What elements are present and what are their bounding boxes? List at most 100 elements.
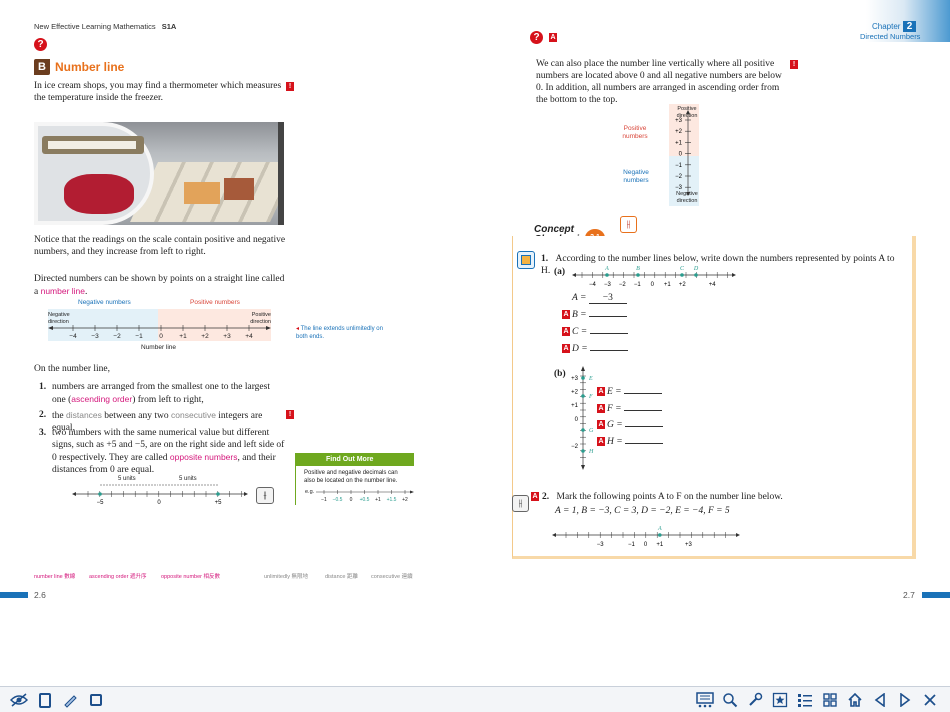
answer-blank[interactable] [625, 426, 664, 427]
q1a-number-line-svg: −4 −3 −2 −1 0 +1 +2 +4 A B C D [572, 266, 736, 288]
item2-text: the [52, 411, 64, 421]
tick-label: +2 [675, 129, 683, 135]
bookmark-star-icon[interactable] [770, 690, 790, 710]
grid-icon[interactable] [820, 690, 840, 710]
home-icon[interactable] [845, 690, 865, 710]
point-marker [680, 273, 684, 277]
close-icon[interactable] [920, 690, 940, 710]
search-icon[interactable] [720, 690, 740, 710]
video-icon[interactable]: ⫲ [256, 487, 274, 504]
answer-label: H = [607, 436, 626, 447]
list-item-1: 1. numbers are arranged from the smalles… [39, 382, 270, 405]
chapter-tab: Chapter 2 Directed Numbers [860, 0, 950, 42]
hide-eye-icon[interactable] [9, 690, 29, 710]
audio-marker-icon[interactable]: ! [286, 410, 294, 419]
tick-label: +3 [675, 118, 683, 124]
video-icon[interactable]: ⫲ [620, 216, 637, 233]
page-view-icon[interactable] [35, 690, 55, 710]
vnl-negative-numbers: Negative numbers [623, 169, 649, 184]
tick-label: +2 [679, 282, 687, 288]
point-label: A [657, 526, 662, 532]
para-number-line-end: . [85, 287, 88, 297]
audio-marker-icon[interactable]: A [531, 492, 539, 501]
negative-numbers-label: Negative numbers [78, 299, 131, 306]
audio-marker-icon[interactable]: ! [286, 82, 294, 91]
glossary-term: distance 距離 [325, 574, 359, 580]
answer-blank[interactable] [625, 442, 664, 444]
answer-label: C = [572, 327, 590, 337]
tick-label: −4 [69, 333, 77, 340]
audio-marker-icon[interactable]: ! [790, 60, 798, 69]
positive-numbers-label: Positive numbers [190, 299, 240, 306]
q2-values: A = 1, B = −3, C = 3, D = −2, E = −4, F … [555, 506, 730, 516]
distance-diagram: 5 units 5 units −5 0 +5 [72, 476, 248, 506]
answer-blank[interactable] [588, 316, 627, 317]
answer-label: G = [607, 420, 626, 430]
tool-icon[interactable] [517, 251, 535, 269]
bottom-toolbar [0, 686, 950, 712]
tick-label: −2 [675, 174, 683, 180]
q2-text: Mark the following points A to F on the … [556, 492, 783, 502]
audio-marker-icon[interactable]: A [597, 387, 605, 397]
intro-text-content: In ice cream shops, you may find a therm… [34, 81, 282, 103]
para-number-line: Directed numbers can be shown by points … [34, 273, 286, 298]
tick-label: −3 [675, 185, 683, 191]
point-label: F [588, 394, 593, 400]
tick-label: −2 [571, 444, 579, 450]
tick-label: +4 [709, 282, 717, 288]
book-code: S1A [161, 22, 177, 31]
tools-icon[interactable] [745, 690, 765, 710]
answer-label: B = [572, 310, 589, 320]
tick-label: +0.5 [360, 497, 370, 503]
previous-page-icon[interactable] [870, 690, 890, 710]
tick-label: +1 [375, 497, 381, 503]
help-icon[interactable]: ? [530, 31, 543, 44]
tick-label: 0 [679, 152, 683, 158]
video-icon[interactable]: ⫲ [512, 495, 529, 512]
answer-label: A = [572, 293, 589, 303]
shape-icon[interactable] [86, 690, 106, 710]
audio-marker-icon[interactable]: A [549, 33, 557, 42]
answer-blank[interactable] [589, 333, 628, 334]
answer-row: A = −3 [562, 293, 627, 304]
tick-label: −2 [619, 282, 627, 288]
tick-label: −3 [604, 282, 612, 288]
q2-number-line-svg[interactable]: −3 −1 0 +1 +3 A [552, 524, 740, 550]
audio-marker-icon[interactable]: A [597, 403, 605, 413]
answer-blank[interactable] [590, 350, 629, 351]
point-label: C [680, 266, 685, 272]
pen-icon[interactable] [60, 690, 80, 710]
help-icon[interactable]: ? [34, 38, 47, 51]
point-label: G [589, 428, 594, 434]
audio-marker-icon[interactable]: A [562, 310, 570, 320]
audio-marker-icon[interactable]: A [562, 327, 570, 337]
point-label: H [588, 449, 594, 455]
find-out-more-box: Find Out More Positive and negative deci… [295, 453, 414, 505]
slideshow-icon[interactable] [695, 690, 715, 710]
glossary-term: opposite number 相反數 [161, 574, 220, 580]
audio-marker-icon[interactable]: A [562, 344, 570, 354]
term-opposite-numbers: opposite numbers [169, 452, 238, 462]
right-para-text: We can also place the number line vertic… [536, 59, 782, 105]
answer-blank[interactable] [623, 393, 662, 394]
answer-blank[interactable] [623, 409, 662, 411]
tick-label: +2 [201, 333, 209, 340]
list-icon[interactable] [795, 690, 815, 710]
point-label: B [636, 266, 640, 272]
extends-note: ◂ The line extends unlimitedly on both e… [296, 326, 383, 340]
tick-label: −1 [634, 282, 642, 288]
audio-marker-icon[interactable]: A [597, 436, 605, 446]
number-line-svg: −4 −3 −2 −1 0 +1 +2 +3 +4 [48, 325, 271, 340]
point-label: E [588, 376, 593, 382]
tick-label: +1 [179, 333, 187, 340]
answer-blank[interactable]: −3 [588, 293, 627, 304]
section-letter-badge: B [34, 59, 50, 75]
tick-label: +1 [571, 403, 579, 409]
intro-text: In ice cream shops, you may find a therm… [34, 80, 286, 104]
glossary-term: consecutive 連續 [371, 574, 413, 580]
tick-label: +2 [402, 497, 408, 503]
freezer-photo [34, 122, 284, 225]
next-page-icon[interactable] [895, 690, 915, 710]
audio-marker-icon[interactable]: A [597, 420, 605, 430]
tick-label: −1 [135, 333, 143, 340]
